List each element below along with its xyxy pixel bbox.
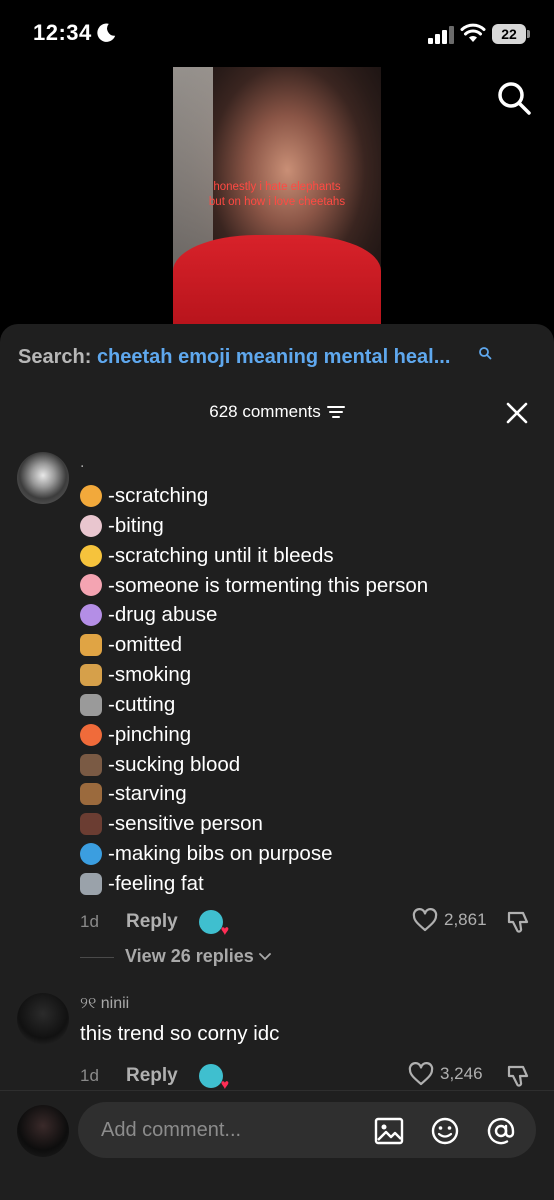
comment-line: -cutting — [80, 690, 428, 720]
mention-icon[interactable] — [486, 1116, 516, 1146]
comment-line-text: -cutting — [108, 692, 176, 716]
comments-count: 628 comments — [209, 402, 321, 421]
comment-text: this trend so corny idc — [80, 1022, 280, 1045]
thumbnail-shirt — [173, 235, 381, 325]
do-not-disturb-moon-icon — [97, 23, 116, 42]
comment-line: -drug abuse — [80, 600, 428, 630]
replies-divider — [80, 957, 114, 958]
comment-line-text: -omitted — [108, 633, 183, 657]
search-label: Search: — [18, 346, 92, 368]
video-caption-line-2: but on how i love cheetahs — [208, 196, 346, 208]
add-comment-input[interactable]: Add comment... — [78, 1102, 536, 1158]
comment-line-text: -scratching until it bleeds — [108, 543, 334, 567]
comment-line: -smoking — [80, 660, 428, 690]
comment-username[interactable]: ୨୧ ninii — [80, 995, 129, 1013]
comment-line: -making bibs on purpose — [80, 839, 428, 869]
comment-line-text: -smoking — [108, 663, 192, 687]
elephant-icon — [80, 872, 102, 895]
heart-outline-icon — [412, 908, 438, 932]
filter-icon[interactable] — [326, 405, 345, 419]
sticker-emoji-icon[interactable] — [430, 1116, 460, 1146]
heart-outline-icon — [408, 1062, 434, 1086]
pig-face-icon — [80, 574, 102, 597]
rabbit-face-icon — [80, 514, 102, 537]
mosquito-icon — [80, 753, 102, 776]
comment-text: -scratching -biting -scratching until it… — [80, 481, 428, 899]
video-caption-line-1: honestly i hate elephants — [213, 181, 341, 193]
unicorn-icon — [80, 604, 102, 627]
reply-button[interactable]: Reply — [126, 1065, 178, 1087]
dolphin-icon — [80, 843, 102, 866]
search-small-icon — [479, 347, 492, 360]
video-thumbnail[interactable]: honestly i hate elephants but on how i l… — [173, 67, 381, 325]
comment-time: 1d — [80, 1066, 99, 1085]
comment-line: -pinching — [80, 720, 428, 750]
wifi-icon — [460, 23, 486, 42]
cellular-signal-icon — [428, 26, 454, 44]
fly-icon — [80, 783, 102, 806]
comment-time: 1d — [80, 912, 99, 931]
comments-header: 628 comments — [0, 402, 554, 422]
comment-line-text: -pinching — [108, 722, 192, 746]
like-button[interactable]: 2,861 — [412, 908, 487, 932]
giraffe-icon — [80, 634, 102, 657]
view-replies-button[interactable]: View 26 replies — [125, 946, 271, 967]
dislike-icon[interactable] — [506, 909, 532, 935]
search-query[interactable]: cheetah emoji meaning mental heal... — [97, 346, 450, 368]
comment-line-text: -drug abuse — [108, 603, 218, 627]
like-count: 3,246 — [440, 1064, 483, 1083]
comment-line-text: -biting — [108, 513, 164, 537]
comment-line: -someone is tormenting this person — [80, 571, 428, 601]
current-user-avatar — [17, 1105, 69, 1157]
comment-line: -starving — [80, 779, 428, 809]
battery-level: 22 — [492, 24, 526, 44]
comment-line-text: -sucking blood — [108, 752, 241, 776]
cat-face-icon — [80, 544, 102, 567]
status-time: 12:34 — [33, 20, 92, 45]
dislike-icon[interactable] — [506, 1063, 532, 1089]
status-bar: 12:34 22 — [0, 0, 554, 64]
comment-line: -scratching until it bleeds — [80, 541, 428, 571]
comment-username[interactable]: . — [80, 454, 84, 472]
creator-liked-badge: ♥ — [199, 910, 229, 938]
view-replies-label: View 26 replies — [125, 946, 254, 966]
search-icon[interactable] — [494, 78, 534, 118]
leopard-icon — [80, 663, 102, 686]
search-suggestion[interactable]: Search: cheetah emoji meaning mental hea… — [18, 346, 450, 369]
creator-liked-badge: ♥ — [199, 1064, 229, 1092]
comment-line: -sucking blood — [80, 750, 428, 780]
comment-line-text: -sensitive person — [108, 812, 263, 836]
tiger-face-icon — [80, 484, 102, 507]
comment-line-text: -feeling fat — [108, 871, 204, 895]
comment-line: -sensitive person — [80, 809, 428, 839]
image-icon[interactable] — [374, 1116, 404, 1146]
comment-line-text: -starving — [108, 782, 187, 806]
comment-line: -feeling fat — [80, 869, 428, 899]
chevron-down-icon — [258, 952, 271, 960]
commenter-avatar[interactable] — [17, 993, 69, 1045]
like-button[interactable]: 3,246 — [408, 1062, 483, 1086]
battery-cap — [527, 30, 530, 38]
comment-line: -biting — [80, 511, 428, 541]
comment-line: -omitted — [80, 630, 428, 660]
heart-badge-icon: ♥ — [220, 922, 229, 938]
add-comment-placeholder: Add comment... — [101, 1119, 242, 1141]
ant-icon — [80, 813, 102, 836]
comment-line-text: -making bibs on purpose — [108, 842, 333, 866]
comment-line: -scratching — [80, 481, 428, 511]
video-caption: honestly i hate elephants but on how i l… — [173, 180, 381, 210]
like-count: 2,861 — [444, 910, 487, 929]
zebra-icon — [80, 693, 102, 716]
close-icon[interactable] — [505, 401, 529, 425]
shrimp-icon — [80, 723, 102, 746]
reply-button[interactable]: Reply — [126, 911, 178, 933]
comment-line-text: -someone is tormenting this person — [108, 573, 429, 597]
comment-line-text: -scratching — [108, 484, 209, 507]
commenter-avatar[interactable] — [17, 452, 69, 504]
